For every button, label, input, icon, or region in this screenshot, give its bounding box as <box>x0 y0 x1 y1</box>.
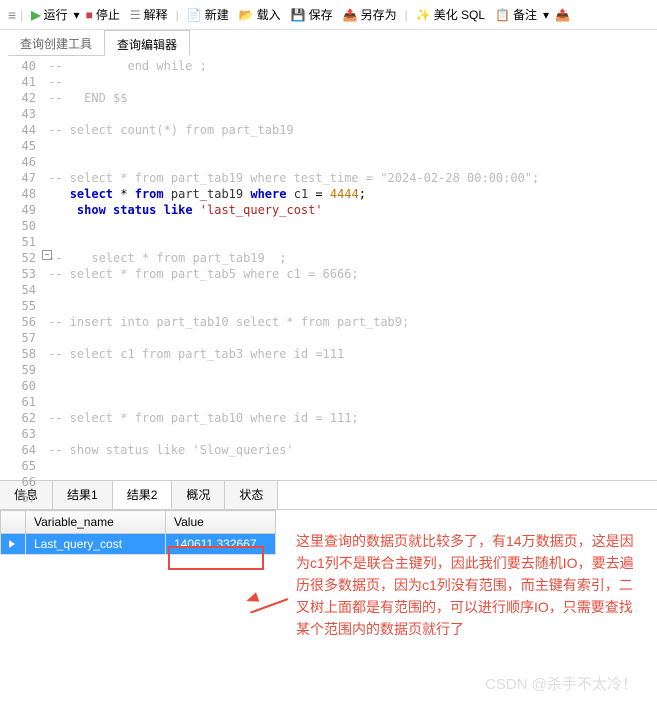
beautify-button[interactable]: ✨美化 SQL <box>412 4 489 25</box>
code-editor[interactable]: 4041424344454647484950515253545556575859… <box>0 56 657 476</box>
export-button[interactable]: 📤 <box>551 6 574 24</box>
arrow-icon <box>248 598 288 600</box>
new-button[interactable]: 📄新建 <box>183 4 233 25</box>
highlight-box <box>168 546 264 570</box>
saveas-button[interactable]: 📤另存为 <box>339 4 401 25</box>
col-variable-name[interactable]: Variable_name <box>26 511 166 534</box>
load-button[interactable]: 📂载入 <box>235 4 285 25</box>
tab-query-editor[interactable]: 查询编辑器 <box>104 30 190 56</box>
stop-button[interactable]: ■停止 <box>82 4 124 25</box>
annotation-text: 这里查询的数据页就比较多了，有14万数据页，这是因为c1列不是联合主键列，因此我… <box>296 530 644 640</box>
notes-button[interactable]: 📋备注 <box>491 4 541 25</box>
watermark: CSDN @杀手不太冷！ <box>485 673 637 694</box>
fold-icon[interactable]: − <box>42 250 52 260</box>
cell-variable: Last_query_cost <box>26 534 166 555</box>
tab-result2[interactable]: 结果2 <box>113 480 173 508</box>
row-pointer-icon <box>9 540 15 548</box>
menu-icon[interactable]: ≡ <box>8 7 16 23</box>
col-value[interactable]: Value <box>166 511 276 534</box>
run-button[interactable]: ▶运行 <box>27 4 71 25</box>
save-button[interactable]: 💾保存 <box>287 4 337 25</box>
tab-query-builder[interactable]: 查询创建工具 <box>8 30 104 56</box>
explain-button[interactable]: ☰解释 <box>126 4 172 25</box>
